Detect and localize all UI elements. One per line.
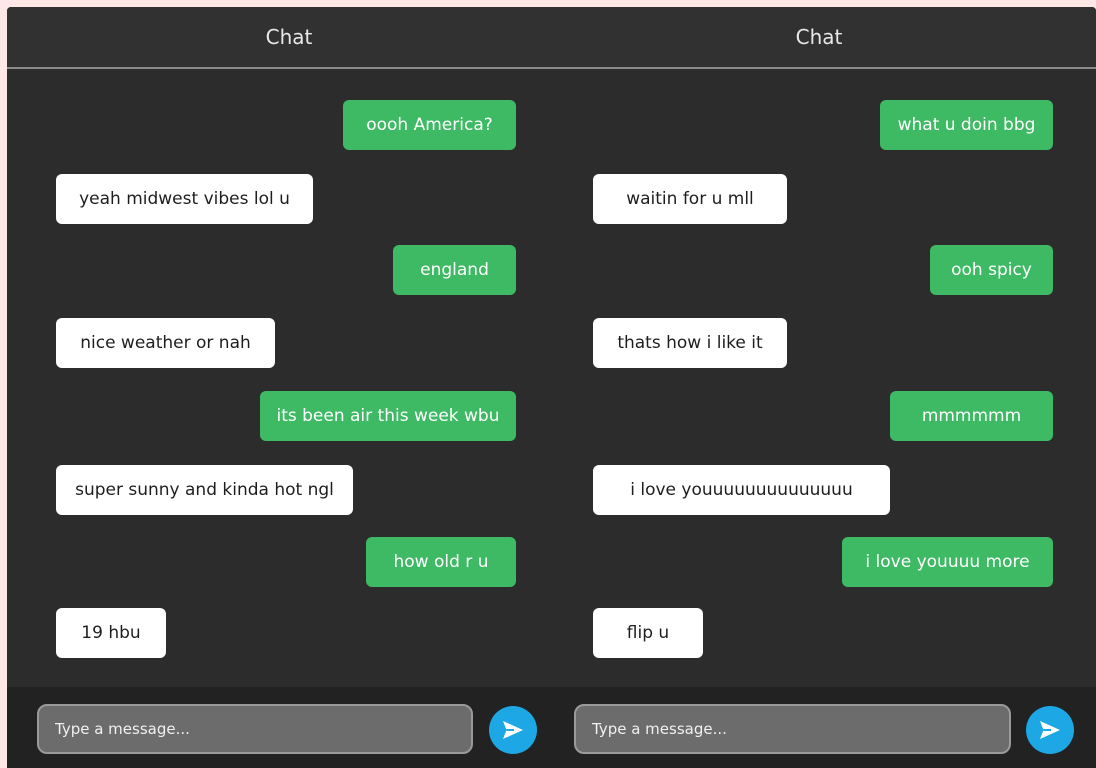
message-bubble-sent: its been air this week wbu (260, 391, 516, 441)
message-bubble-sent: england (393, 245, 516, 295)
message-input-bar (7, 687, 1096, 768)
chat-panel-left: oooh America? yeah midwest vibes lol u e… (7, 69, 547, 688)
message-bubble-sent: oooh America? (343, 100, 516, 150)
message-bubble-received: 19 hbu (56, 608, 166, 658)
chat-header: Chat Chat (7, 7, 1096, 69)
message-bubble-sent: mmmmmm (890, 391, 1053, 441)
chat-title-left: Chat (265, 25, 313, 49)
send-button-right[interactable] (1026, 706, 1074, 754)
message-bubble-received: nice weather or nah (56, 318, 275, 368)
message-input-left[interactable] (37, 704, 473, 754)
message-bubble-received: super sunny and kinda hot ngl (56, 465, 353, 515)
send-button-left[interactable] (489, 706, 537, 754)
message-bubble-sent: how old r u (366, 537, 516, 587)
message-bubble-received: i love youuuuuuuuuuuuuu (593, 465, 890, 515)
send-arrow-icon (503, 721, 523, 739)
message-bubble-received: thats how i like it (593, 318, 787, 368)
message-bubble-sent: ooh spicy (930, 245, 1053, 295)
message-bubble-received: yeah midwest vibes lol u (56, 174, 313, 224)
send-arrow-icon (1040, 721, 1060, 739)
chat-title-right: Chat (795, 25, 843, 49)
message-bubble-received: flip u (593, 608, 703, 658)
message-input-right[interactable] (574, 704, 1011, 754)
chat-panel-right: what u doin bbg waitin for u mll ooh spi… (547, 69, 1096, 688)
message-bubble-sent: what u doin bbg (880, 100, 1053, 150)
chat-window: Chat Chat oooh America? yeah midwest vib… (7, 7, 1096, 768)
message-bubble-received: waitin for u mll (593, 174, 787, 224)
message-bubble-sent: i love youuuu more (842, 537, 1053, 587)
